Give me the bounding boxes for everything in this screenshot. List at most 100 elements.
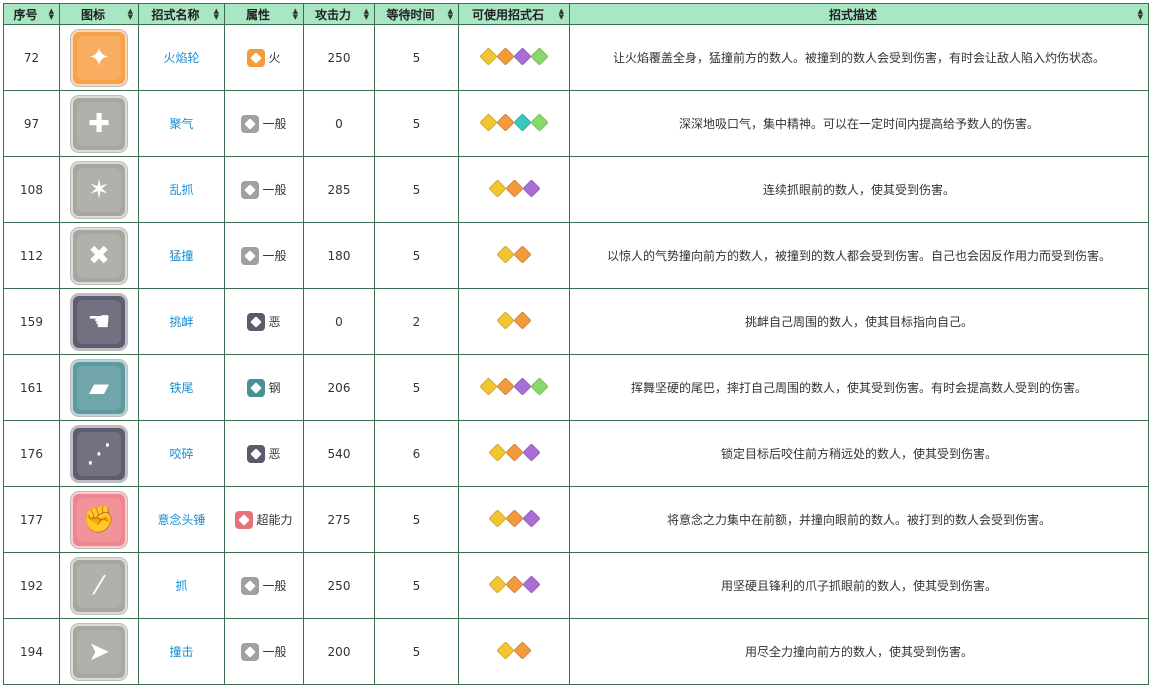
focus-energy-icon: ✚ <box>71 95 127 152</box>
header-stones[interactable]: 可使用招式石 ▲ ▼ <box>458 3 570 25</box>
move-name[interactable]: 抓 <box>138 552 225 619</box>
move-name[interactable]: 铁尾 <box>138 354 225 421</box>
move-description: 用尽全力撞向前方的数人，使其受到伤害。 <box>569 618 1149 685</box>
move-name[interactable]: 猛撞 <box>138 222 225 289</box>
type-badge: 一般 <box>241 180 287 199</box>
move-stones-cell <box>458 618 570 685</box>
move-wait: 5 <box>374 552 459 619</box>
header-icon[interactable]: 图标 ▲ ▼ <box>59 3 139 25</box>
table-row: 159 ☚ 挑衅 恶 0 2 挑衅自己周围的数人，使其目标指向自己。 <box>3 288 1149 355</box>
table-row: 97 ✚ 聚气 一般 0 5 深深地吸口气，集中精神。可以在一定时间内提高给予数人的伤害。 <box>3 90 1149 157</box>
sort-icon[interactable]: ▲ ▼ <box>49 8 54 21</box>
type-label: 恶 <box>268 315 281 329</box>
move-index: 112 <box>3 222 60 289</box>
stone-list <box>487 442 541 462</box>
taunt-icon: ☚ <box>71 293 127 350</box>
type-icon <box>247 378 266 397</box>
move-power: 206 <box>303 354 375 421</box>
moves-table-body: 72 ✦ 火焰轮火 250 5 让火焰覆盖全身，猛撞前方的数人。被撞到的数人会受到伤害，有… <box>3 24 1149 685</box>
header-row: 序号 ▲ ▼ 图标 ▲ ▼ 招式名称 ▲ ▼ 属性 ▲ ▼ 攻击力 ▲ ▼ 等待时间 ▲ ▼ 可使用招式… <box>3 3 1149 25</box>
move-icon-cell: ✚ <box>59 90 139 157</box>
icon-glyph: ✚ <box>88 108 110 139</box>
move-description: 让火焰覆盖全身，猛撞前方的数人。被撞到的数人会受到伤害，有时会让敌人陷入灼伤状态… <box>569 24 1149 91</box>
stone-orange-icon <box>504 574 524 594</box>
fire-wheel-icon: ✦ <box>71 29 127 86</box>
move-index: 72 <box>3 24 60 91</box>
move-index: 97 <box>3 90 60 157</box>
stone-list <box>496 640 532 660</box>
move-type-cell: 恶 <box>224 288 304 355</box>
sort-icon[interactable]: ▲ ▼ <box>214 8 219 21</box>
type-icon <box>247 444 266 463</box>
table-row: 176 ⋰ 咬碎 恶 540 6 锁定目标后咬住前方稍远处的数人，使其受到伤害。 <box>3 420 1149 487</box>
sort-icon[interactable]: ▲ ▼ <box>559 8 564 21</box>
header-power-label: 攻击力 <box>314 7 351 22</box>
header-power[interactable]: 攻击力 ▲ ▼ <box>303 3 375 25</box>
header-desc[interactable]: 招式描述 ▲ ▼ <box>569 3 1149 25</box>
type-badge: 火 <box>247 48 281 67</box>
stone-list <box>479 376 549 396</box>
type-badge: 一般 <box>241 114 287 133</box>
sort-icon[interactable]: ▲ ▼ <box>1138 8 1143 21</box>
sort-icon[interactable]: ▲ ▼ <box>293 8 298 21</box>
move-type-cell: 超能力 <box>224 486 304 553</box>
stone-yellow-icon <box>487 508 507 528</box>
type-label: 火 <box>268 51 281 65</box>
icon-glyph: ⁄ <box>96 570 102 601</box>
move-index: 177 <box>3 486 60 553</box>
move-index: 176 <box>3 420 60 487</box>
sort-icon[interactable]: ▲ ▼ <box>364 8 369 21</box>
stone-purple-icon <box>521 574 541 594</box>
stone-purple-icon <box>513 376 532 396</box>
move-power: 285 <box>303 156 375 223</box>
move-power: 0 <box>303 288 375 355</box>
type-icon <box>241 576 260 595</box>
stone-yellow-icon <box>479 46 498 66</box>
type-icon <box>247 312 266 331</box>
type-badge: 一般 <box>241 642 287 661</box>
sort-icon[interactable]: ▲ ▼ <box>448 8 453 21</box>
type-badge: 超能力 <box>235 510 293 529</box>
move-icon-cell: ⁄ <box>59 552 139 619</box>
table-row: 161 ▰ 铁尾 钢 206 5 挥舞坚硬的尾巴，摔打自己周围的数人，使其受到伤害。有时会提… <box>3 354 1149 421</box>
type-icon <box>241 642 260 661</box>
move-index: 194 <box>3 618 60 685</box>
move-type-cell: 一般 <box>224 618 304 685</box>
header-index[interactable]: 序号 ▲ ▼ <box>3 3 60 25</box>
type-icon <box>241 114 260 133</box>
stone-list <box>487 508 541 528</box>
sort-icon[interactable]: ▲ ▼ <box>128 8 133 21</box>
move-stones-cell <box>458 552 570 619</box>
move-power: 540 <box>303 420 375 487</box>
stone-orange-icon <box>504 178 524 198</box>
move-name[interactable]: 聚气 <box>138 90 225 157</box>
scratch-icon: ⁄ <box>71 557 127 614</box>
iron-tail-icon: ▰ <box>71 359 127 416</box>
stone-purple-icon <box>521 508 541 528</box>
move-wait: 6 <box>374 420 459 487</box>
move-name[interactable]: 意念头锤 <box>138 486 225 553</box>
header-name[interactable]: 招式名称 ▲ ▼ <box>138 3 225 25</box>
type-label: 一般 <box>262 117 287 131</box>
icon-glyph: ✖ <box>88 240 110 271</box>
move-name[interactable]: 乱抓 <box>138 156 225 223</box>
type-label: 恶 <box>268 447 281 461</box>
icon-glyph: ✶ <box>88 174 110 205</box>
icon-glyph: ▰ <box>89 372 109 403</box>
stone-purple-icon <box>521 442 541 462</box>
move-wait: 5 <box>374 90 459 157</box>
stone-list <box>487 178 541 198</box>
header-wait[interactable]: 等待时间 ▲ ▼ <box>374 3 459 25</box>
table-row: 177 ✊ 意念头锤 超能力 275 5 将意念之力集中在前额，并撞向眼前的数人。被打到的数… <box>3 486 1149 553</box>
move-type-cell: 一般 <box>224 552 304 619</box>
header-wait-label: 等待时间 <box>386 7 435 22</box>
move-name[interactable]: 挑衅 <box>138 288 225 355</box>
move-name[interactable]: 火焰轮 <box>138 24 225 91</box>
stone-orange-icon <box>513 310 532 330</box>
move-name[interactable]: 撞击 <box>138 618 225 685</box>
move-stones-cell <box>458 486 570 553</box>
move-name[interactable]: 咬碎 <box>138 420 225 487</box>
move-wait: 5 <box>374 24 459 91</box>
zen-headbutt-icon: ✊ <box>71 491 127 548</box>
header-type[interactable]: 属性 ▲ ▼ <box>224 3 304 25</box>
